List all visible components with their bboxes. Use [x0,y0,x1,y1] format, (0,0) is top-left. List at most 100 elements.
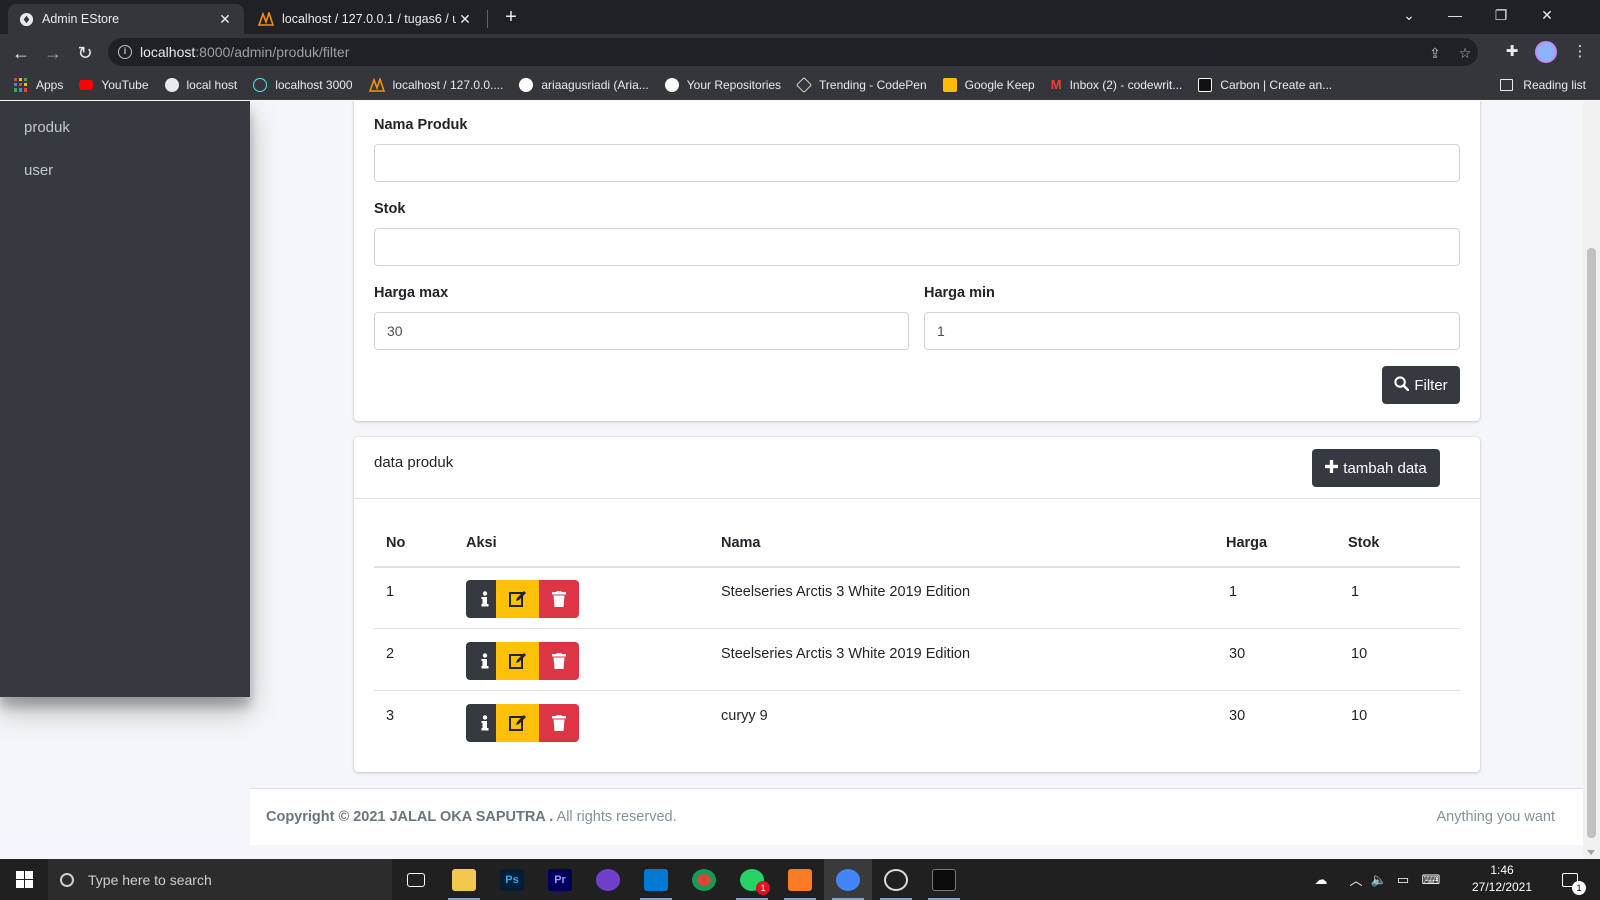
restore-icon[interactable]: ❐ [1478,0,1524,30]
browser-toolbar: ← → ↻ i localhost:8000/admin/produk/filt… [0,34,1600,70]
table-header-divider [374,566,1460,568]
delete-button[interactable] [539,580,579,618]
chrome-icon[interactable] [680,859,728,900]
bookmark-google-keep[interactable]: Google Keep [942,77,1035,92]
gmail-icon: M [1050,77,1062,92]
close-tab-icon[interactable]: ✕ [456,11,474,28]
bookmark-carbon[interactable]: Carbon | Create an... [1198,77,1332,92]
extensions-puzzle-icon[interactable]: ✚ [1502,42,1522,62]
bookmark-local-host[interactable]: local host [164,77,237,92]
taskbar-search[interactable]: Type here to search [48,859,392,900]
delete-button[interactable] [539,704,579,742]
edit-icon [509,653,526,669]
cell-harga: 1 [1229,584,1238,600]
back-icon[interactable]: ← [8,40,34,66]
chrome-profile-icon[interactable] [824,859,872,900]
nama-produk-input[interactable] [374,144,1460,182]
bookmark-gmail[interactable]: M Inbox (2) - codewrit... [1051,77,1183,92]
share-icon[interactable]: ⇪ [1426,44,1444,62]
column-header-no: No [386,535,406,551]
system-clock[interactable]: 1:46 27/12/2021 [1464,862,1540,896]
stok-input[interactable] [374,228,1460,266]
search-icon [60,872,74,887]
obs-icon[interactable] [872,859,920,900]
tab-phpmyadmin[interactable]: localhost / 127.0.0.1 / tugas6 / us ✕ [248,4,484,34]
edit-icon [509,591,526,607]
bookmark-your-repositories[interactable]: Your Repositories [664,77,781,92]
globe-icon [164,77,179,92]
tab-admin-estore[interactable]: Admin EStore ✕ [8,4,244,34]
minimize-icon[interactable]: — [1432,0,1478,30]
cell-stok: 10 [1351,646,1368,662]
address-bar[interactable]: i localhost:8000/admin/produk/filter ⇪ ☆ [108,38,1478,66]
vscode-icon[interactable] [632,859,680,900]
sidebar: produk user [0,101,250,697]
bookmark-github-profile[interactable]: ariaagusriadi (Aria... [519,77,649,92]
browser-tab-strip: Admin EStore ✕ localhost / 127.0.0.1 / t… [0,0,1600,34]
sidebar-item-user[interactable]: user [24,162,53,179]
photoshop-icon[interactable]: Ps [488,859,536,900]
column-header-harga: Harga [1226,535,1268,551]
carbon-icon [1198,77,1213,92]
page-scrollbar[interactable] [1583,101,1600,859]
bookmark-star-icon[interactable]: ☆ [1456,44,1474,62]
react-icon [253,77,268,92]
add-data-button[interactable]: tambah data [1312,449,1440,487]
xampp-icon[interactable] [776,859,824,900]
column-header-nama: Nama [721,535,761,551]
filter-card: Nama Produk Stok Harga max 30 Harga min … [354,101,1480,421]
apps-grid-icon [14,77,28,92]
harga-min-label: Harga min [924,285,995,301]
cell-nama: Steelseries Arctis 3 White 2019 Edition [721,646,971,662]
bookmark-youtube[interactable]: YouTube [79,78,149,92]
cell-no: 2 [386,646,395,662]
cell-nama: curyy 9 [721,708,768,724]
bookmark-phpmyadmin[interactable]: localhost / 127.0.0.... [368,77,503,92]
keyboard-icon[interactable]: ⌨ [1418,859,1444,900]
bookmark-localhost-3000[interactable]: localhost 3000 [253,77,353,92]
edit-button[interactable] [496,580,540,618]
scroll-down-arrow-icon[interactable] [1587,850,1595,855]
cell-stok: 1 [1351,584,1360,600]
close-tab-icon[interactable]: ✕ [216,11,234,28]
tray-chevron-up-icon[interactable]: ︿ [1346,859,1366,900]
edit-button[interactable] [496,642,540,680]
network-icon[interactable]: ▭ [1392,859,1414,900]
task-view-icon[interactable] [392,859,440,900]
phpmyadmin-icon [368,77,385,92]
scrollbar-thumb[interactable] [1587,248,1596,838]
delete-button[interactable] [539,642,579,680]
windows-taskbar: Type here to search Ps Pr 1 ☁ ︿ 🔈 ▭ ⌨ 1:… [0,859,1600,900]
forward-icon[interactable]: → [40,40,66,66]
tab-search-chevron-icon[interactable]: ⌄ [1386,0,1432,30]
windows-logo-icon [15,871,33,888]
sidebar-item-produk[interactable]: produk [24,119,70,136]
harga-max-input[interactable]: 30 [374,312,909,350]
premiere-icon[interactable]: Pr [536,859,584,900]
filter-button[interactable]: Filter [1382,366,1460,404]
volume-icon[interactable]: 🔈 [1368,859,1390,900]
site-info-icon[interactable]: i [118,45,132,59]
file-explorer-icon[interactable] [440,859,488,900]
close-window-icon[interactable]: ✕ [1524,0,1570,30]
reading-list-button[interactable]: Reading list [1500,70,1586,100]
onedrive-icon[interactable]: ☁ [1306,859,1336,900]
terminal-icon[interactable] [920,859,968,900]
content-wrapper: Nama Produk Stok Harga max 30 Harga min … [250,101,1582,859]
new-tab-button[interactable]: + [498,5,524,29]
copyright-text: Copyright © 2021 JALAL OKA SAPUTRA . All… [266,809,677,825]
page-footer: Copyright © 2021 JALAL OKA SAPUTRA . All… [250,788,1583,845]
reload-icon[interactable]: ↻ [72,40,98,66]
menu-kebab-icon[interactable]: ⋮ [1570,42,1590,62]
bookmark-apps[interactable]: Apps [14,77,63,92]
bookmark-codepen[interactable]: Trending - CodePen [796,76,927,93]
stok-label: Stok [374,201,406,217]
edit-button[interactable] [496,704,540,742]
start-button[interactable] [0,859,48,900]
harga-min-input[interactable]: 1 [924,312,1460,350]
profile-avatar[interactable] [1535,41,1557,63]
whatsapp-icon[interactable]: 1 [728,859,776,900]
trash-icon [552,591,566,607]
notification-center-icon[interactable]: 1 [1552,859,1588,900]
github-desktop-icon[interactable] [584,859,632,900]
